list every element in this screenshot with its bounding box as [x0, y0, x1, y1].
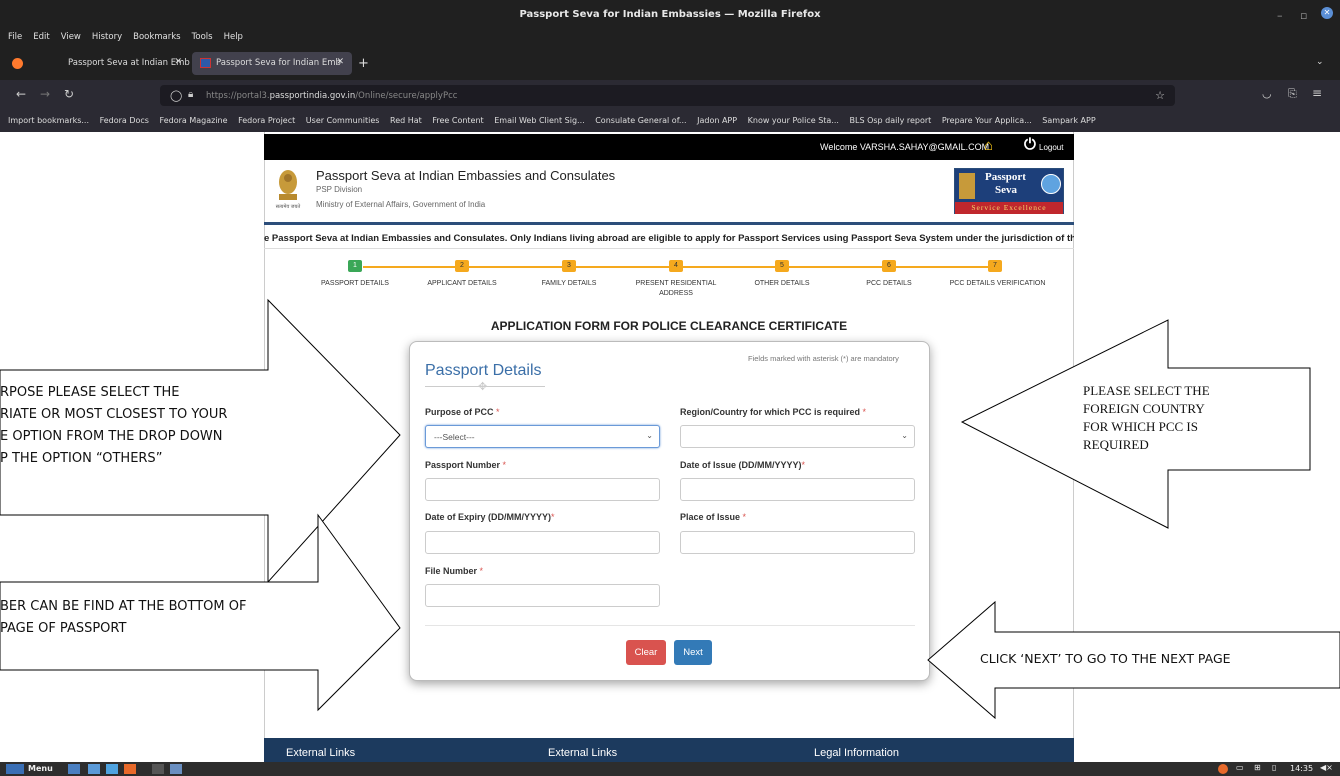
volume-icon[interactable]: ◀×: [1320, 763, 1333, 772]
clock[interactable]: 14:35: [1290, 764, 1313, 773]
country-instruction-line: FOR WHICH PCC IS: [1083, 419, 1198, 434]
start-menu-icon[interactable]: [6, 764, 24, 774]
terminal-app-icon[interactable]: [152, 764, 164, 774]
purpose-instruction-line: RIATE OR MOST CLOSEST TO YOUR: [0, 407, 228, 422]
window-list-icon[interactable]: [170, 764, 182, 774]
firefox-taskbar-icon[interactable]: [124, 764, 136, 774]
country-instruction-line: PLEASE SELECT THE: [1083, 383, 1210, 398]
purpose-instruction-line: E OPTION FROM THE DROP DOWN: [0, 429, 223, 444]
start-menu-label[interactable]: Menu: [28, 764, 53, 773]
printer-icon[interactable]: ▭: [1236, 763, 1244, 772]
battery-icon[interactable]: ▯: [1272, 763, 1276, 772]
show-desktop-icon[interactable]: [68, 764, 80, 774]
update-icon[interactable]: [1218, 764, 1228, 774]
purpose-instruction: RPOSE PLEASE SELECT THE RIATE OR MOST CL…: [0, 382, 330, 470]
file-number-instruction-line: PAGE OF PASSPORT: [0, 621, 127, 636]
next-instruction: CLICK ‘NEXT’ TO GO TO THE NEXT PAGE: [980, 651, 1231, 666]
country-instruction-line: REQUIRED: [1083, 437, 1149, 452]
file-number-instruction: BER CAN BE FIND AT THE BOTTOM OF PAGE OF…: [0, 596, 330, 640]
terminal-icon[interactable]: [88, 764, 100, 774]
purpose-instruction-line: P THE OPTION “OTHERS”: [0, 451, 163, 466]
country-instruction: PLEASE SELECT THE FOREIGN COUNTRY FOR WH…: [1083, 382, 1283, 454]
file-number-instruction-line: BER CAN BE FIND AT THE BOTTOM OF: [0, 599, 247, 614]
purpose-instruction-line: RPOSE PLEASE SELECT THE: [0, 385, 180, 400]
country-instruction-line: FOREIGN COUNTRY: [1083, 401, 1205, 416]
taskbar: Menu ▭ ⊞ ▯ 14:35 ◀×: [0, 762, 1340, 776]
network-icon[interactable]: ⊞: [1254, 763, 1261, 772]
files-icon[interactable]: [106, 764, 118, 774]
